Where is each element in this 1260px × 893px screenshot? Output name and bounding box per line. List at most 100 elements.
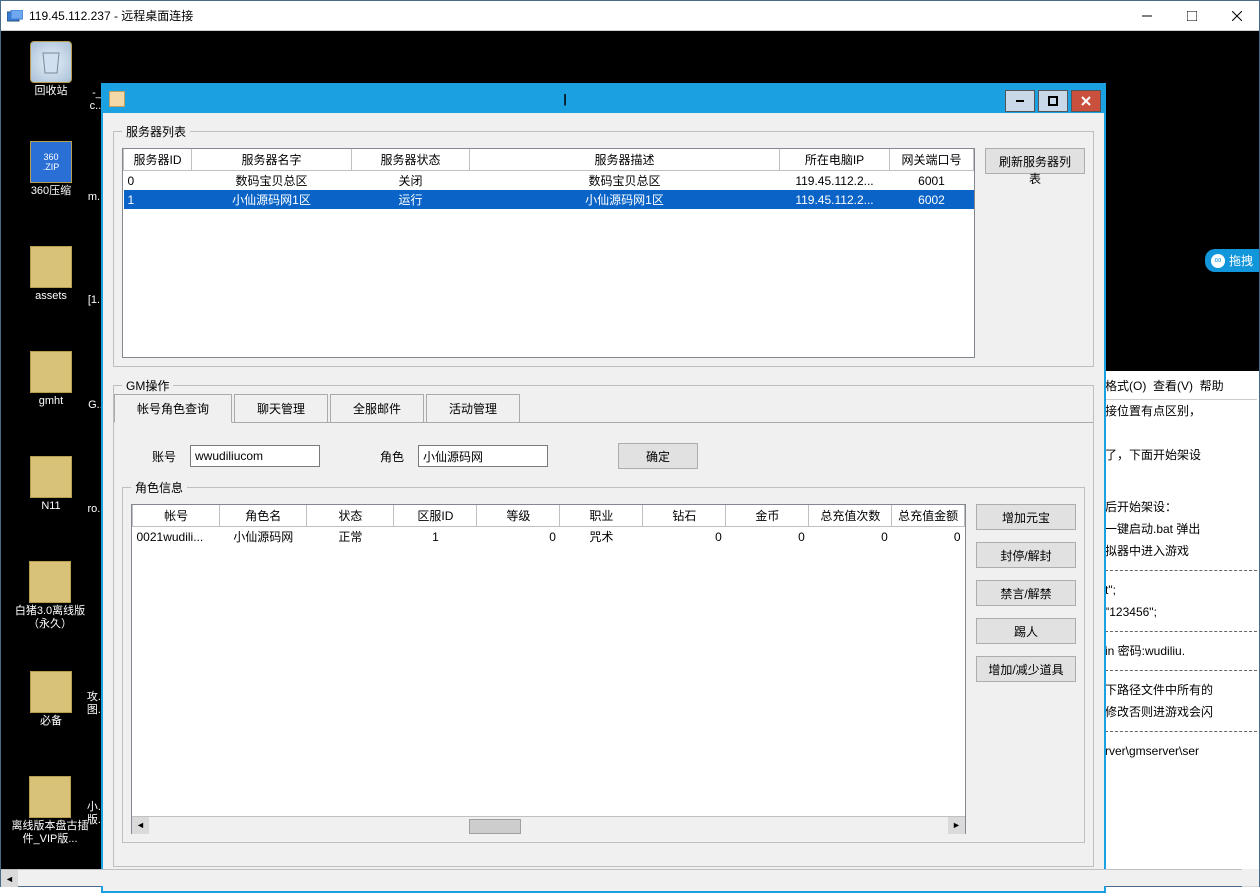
folder-icon [30,456,72,498]
role-info-group: 角色信息 帐号 [122,479,1085,843]
tab-strip: 帐号角色查询 聊天管理 全服邮件 活动管理 [114,394,1093,423]
col-server-status[interactable]: 服务器状态 [352,149,470,171]
role-row[interactable]: 0021wudili... 小仙源码网 正常 1 0 咒术 0 0 [133,527,965,547]
tab-mail[interactable]: 全服邮件 [330,394,424,422]
menu-view[interactable]: 查看(V) [1153,379,1193,393]
scroll-right-icon[interactable]: ► [948,817,965,834]
col-server-id[interactable]: 服务器ID [124,149,192,171]
col-server-ip[interactable]: 所在电脑IP [780,149,890,171]
rdp-hscrollbar[interactable]: ◄ ► [1,869,1259,886]
add-gold-button[interactable]: 增加元宝 [976,504,1076,530]
server-row-selected[interactable]: 1 小仙源码网1区 运行 小仙源码网1区 119.45.112.2... 600… [124,190,974,209]
menu-format[interactable]: 格式(O) [1105,379,1146,393]
role-info-legend: 角色信息 [131,479,187,496]
notepad-line: 下路径文件中所有的 [1105,679,1257,701]
scroll-left-icon[interactable]: ◄ [132,817,149,834]
desktop-icon-gmht[interactable]: gmht [13,351,89,408]
scroll-thumb[interactable] [149,817,948,834]
col-recharge-amount[interactable]: 总充值金额 [892,505,965,527]
window-controls [1124,1,1259,30]
desktop-icon-zip[interactable]: 360.ZIP 360压缩 [13,141,89,198]
kick-button[interactable]: 踢人 [976,618,1076,644]
col-server-desc[interactable]: 服务器描述 [470,149,780,171]
col-gold[interactable]: 金币 [726,505,809,527]
confirm-button[interactable]: 确定 [618,443,698,469]
maximize-button[interactable] [1038,90,1068,112]
desktop-icon-recycle[interactable]: 回收站 [13,41,89,98]
gm-ops-legend: GM操作 [122,377,173,394]
maximize-button[interactable] [1169,1,1214,30]
role-input[interactable] [418,445,548,467]
notepad-line: in 密码:wudiliu. [1105,640,1257,662]
folder-icon [30,351,72,393]
recycle-bin-icon [30,41,72,83]
tab-account-role[interactable]: 帐号角色查询 [114,394,232,423]
rdp-titlebar[interactable]: 119.45.112.237 - 远程桌面连接 [1,1,1259,31]
add-remove-item-button[interactable]: 增加/减少道具 [976,656,1076,682]
close-button[interactable] [1071,90,1101,112]
float-tag-label: 拖拽 [1229,252,1253,269]
scroll-corner [1242,869,1259,886]
role-table[interactable]: 帐号 角色名 状态 区服ID 等级 职业 钻石 金币 [131,504,966,834]
account-input[interactable] [190,445,320,467]
background-notepad: 格式(O) 查看(V) 帮助 接位置有点区别， 了，下面开始架设 后开始架设： … [1103,371,1259,871]
gm-titlebar[interactable]: | [103,85,1104,113]
col-zone[interactable]: 区服ID [394,505,477,527]
server-list-group: 服务器列表 服务器ID 服务器名字 服务器状态 服务器描 [113,123,1094,367]
col-role-name[interactable]: 角色名 [220,505,307,527]
notepad-line: "123456"; [1105,601,1257,623]
refresh-server-list-button[interactable]: 刷新服务器列表 [985,148,1085,174]
desktop-icon-pig[interactable]: 白猪3.0离线版（永久） [7,561,93,631]
desktop-icon-n11[interactable]: N11 [13,456,89,513]
scroll-track[interactable] [18,870,1242,886]
desktop-icon-must[interactable]: 必备 [13,671,89,728]
col-level[interactable]: 等级 [477,505,560,527]
server-row[interactable]: 0 数码宝贝总区 关闭 数码宝贝总区 119.45.112.2... 6001 [124,171,974,191]
notepad-line: 接位置有点区别， [1105,400,1257,422]
scroll-left-icon[interactable]: ◄ [1,870,18,887]
server-table[interactable]: 服务器ID 服务器名字 服务器状态 服务器描述 所在电脑IP 网关端口号 [122,148,975,358]
gm-tool-window: | 服务器列表 [101,83,1106,893]
query-row: 账号 角色 确定 [122,433,1085,479]
notepad-line: 拟器中进入游戏 [1105,540,1257,562]
ban-unban-button[interactable]: 封停/解封 [976,542,1076,568]
desktop-icon-assets[interactable]: assets [13,246,89,303]
notepad-line: 了，下面开始架设 [1105,444,1257,466]
col-server-port[interactable]: 网关端口号 [890,149,974,171]
col-job[interactable]: 职业 [560,505,643,527]
col-account[interactable]: 帐号 [133,505,220,527]
menu-help[interactable]: 帮助 [1200,379,1224,393]
mute-unmute-button[interactable]: 禁言/解禁 [976,580,1076,606]
tab-chat[interactable]: 聊天管理 [234,394,328,422]
folder-icon [29,776,71,818]
desktop-icon-strip: 回收站 360.ZIP 360压缩 assets gmht N11 白猪3.0离… [1,31,111,886]
account-label: 账号 [152,448,176,465]
col-status[interactable]: 状态 [307,505,394,527]
notepad-line: rver\gmserver\ser [1105,740,1257,762]
role-label: 角色 [380,448,404,465]
role-table-header: 帐号 角色名 状态 区服ID 等级 职业 钻石 金币 [133,505,965,527]
app-icon [109,91,125,107]
close-button[interactable] [1214,1,1259,30]
zip-icon: 360.ZIP [30,141,72,183]
tab-activity[interactable]: 活动管理 [426,394,520,422]
col-server-name[interactable]: 服务器名字 [192,149,352,171]
folder-icon [30,246,72,288]
minimize-button[interactable] [1005,90,1035,112]
role-hscrollbar[interactable]: ◄ ► [132,816,965,833]
link-icon: ∞ [1211,254,1225,268]
role-action-buttons: 增加元宝 封停/解封 禁言/解禁 踢人 增加/减少道具 [976,504,1076,834]
folder-icon [29,561,71,603]
notepad-line: 一键启动.bat 弹出 [1105,518,1257,540]
server-list-legend: 服务器列表 [122,123,190,140]
notepad-line: t"; [1105,579,1257,601]
notepad-line: 修改否则进游戏会闪 [1105,701,1257,723]
gm-title: | [125,92,1005,106]
folder-icon [30,671,72,713]
col-diamond[interactable]: 钻石 [643,505,726,527]
desktop-icon-offline[interactable]: 离线版本盘古插件_VIP版... [7,776,93,846]
float-drag-tag[interactable]: ∞ 拖拽 [1205,249,1259,272]
remote-desktop-body: 回收站 360.ZIP 360压缩 assets gmht N11 白猪3.0离… [1,31,1259,886]
minimize-button[interactable] [1124,1,1169,30]
col-recharge-count[interactable]: 总充值次数 [809,505,892,527]
